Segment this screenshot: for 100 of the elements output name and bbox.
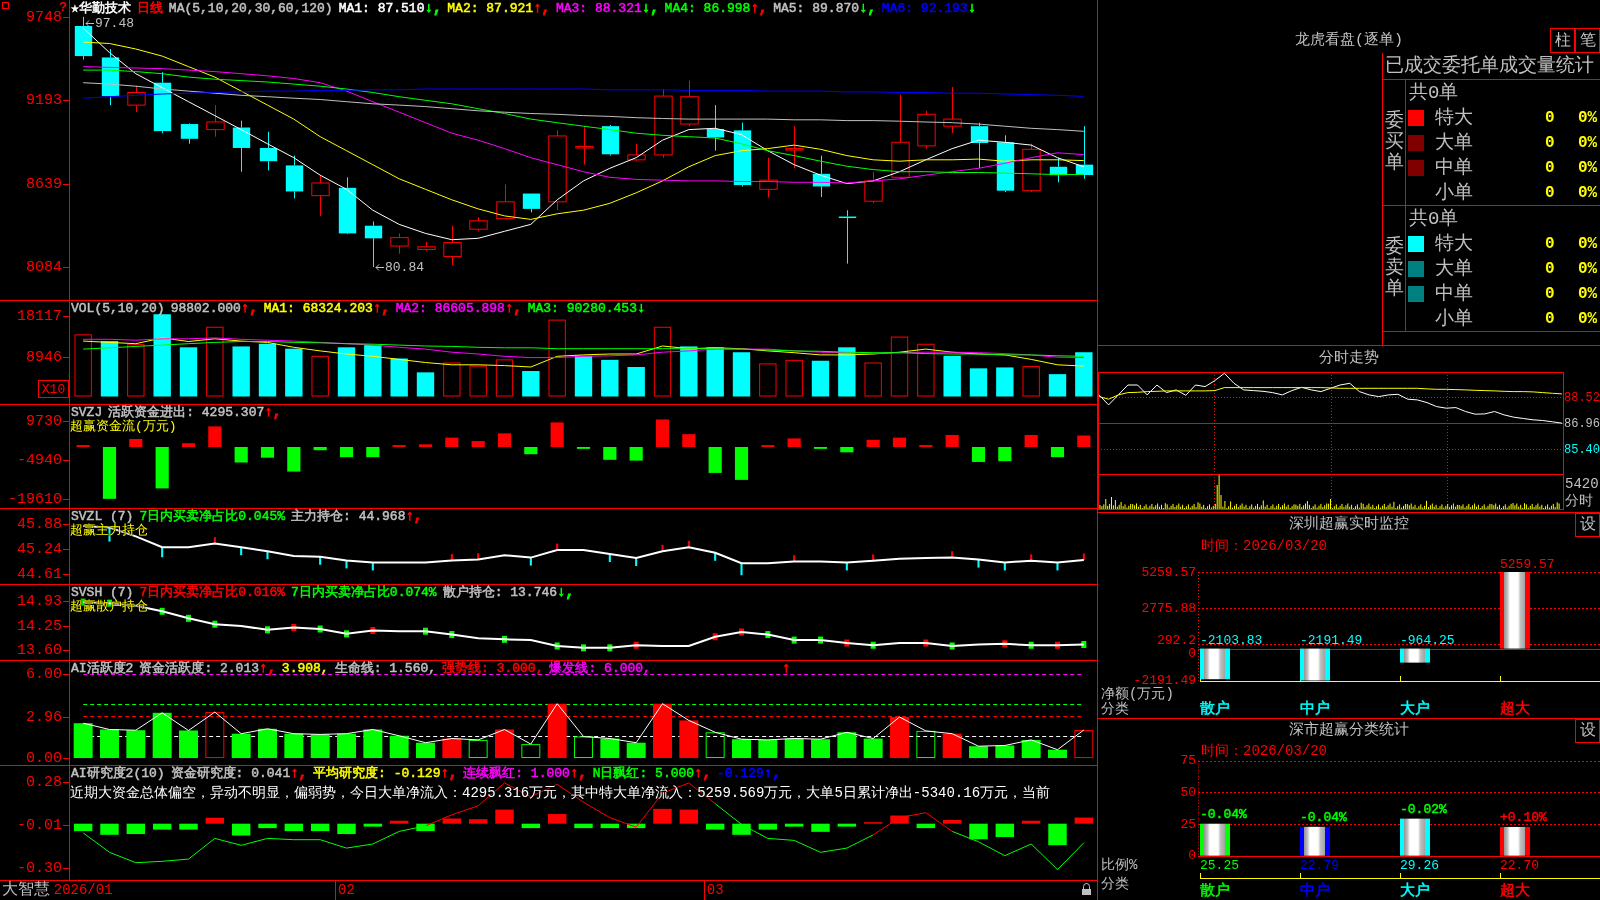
category-label: 大户 (1400, 882, 1430, 900)
panel-title: 龙虎看盘(逐单) (1295, 31, 1403, 50)
trend-arrow: ↑, (405, 509, 423, 524)
order-count: 0 (1545, 308, 1555, 329)
category-label: 中户 (1300, 882, 1330, 900)
row-label: 特大 (1435, 232, 1473, 255)
trend-arrow: ↓, (424, 1, 442, 16)
brand-name: 大智慧 (2, 881, 50, 899)
legend-label: MA2: 86605.898 (395, 301, 505, 316)
legend-label: 爆发线: 6.000, (549, 661, 651, 676)
trend-arrow: ↑, (763, 766, 781, 781)
axis-label: 9748 (26, 9, 62, 26)
row-label: 小单 (1435, 307, 1473, 330)
value-label: -964.25 (1400, 633, 1455, 649)
legend-label: 日线 (136, 1, 163, 16)
legend-label: 生命线: 1.560, (334, 661, 437, 676)
axis-label: -2191.49 (1133, 673, 1196, 688)
legend-label: SVZL (7) (71, 509, 134, 524)
trend-arrow: ↑, (569, 766, 587, 781)
group-label: 委卖单 (1384, 237, 1404, 300)
axis-label: 292.2 (1157, 632, 1196, 648)
axis-label: 8084 (26, 259, 62, 276)
trend-arrow: ↓, (859, 1, 876, 16)
axis-label: 0 (1188, 645, 1196, 661)
trend-arrow: ↑, (372, 301, 390, 316)
axis-title: 比例% (1101, 857, 1138, 873)
order-share: 0% (1578, 258, 1598, 279)
axis-label: -0.30 (17, 860, 62, 877)
axis-label: 5420 (1565, 476, 1599, 492)
axis-label: 75 (1180, 753, 1196, 769)
legend-label: 散户持仓: 13.746 (442, 585, 558, 600)
legend-label: SVZJ (71, 405, 103, 420)
axis-label: 2775.88 (1141, 600, 1196, 616)
value-label: 29.26 (1400, 857, 1439, 873)
axis-label: 86.96 (1564, 416, 1600, 431)
axis-label: -0.01 (17, 817, 62, 834)
order-share: 0% (1578, 157, 1598, 178)
order-share: 0% (1578, 283, 1598, 304)
change-label: -0.04% (1300, 810, 1347, 826)
legend-label: 资金研究度: 0.041 (170, 766, 291, 781)
value-label: 25.25 (1200, 857, 1239, 873)
trend-arrow: ↑, (290, 766, 308, 781)
axis-label: 85.40 (1564, 442, 1600, 457)
signal-arrow: ↑ (782, 661, 791, 676)
legend-label: 7日内买卖净占比0.016% (139, 585, 286, 600)
axis-label: 18117 (17, 308, 62, 325)
axis-label: 14.93 (17, 593, 62, 610)
axis-label: 5259.57 (1141, 564, 1196, 580)
axis-label: 9730 (26, 413, 62, 430)
row-label: 小单 (1435, 181, 1473, 204)
axis-label: 6.00 (26, 666, 62, 683)
legend-label: MA(5,10,20,30,60,120) (168, 1, 333, 16)
order-total: 共0单 (1409, 81, 1459, 104)
value-label: 22.79 (1300, 857, 1339, 873)
row-label: 中单 (1435, 156, 1473, 179)
legend-label: MA3: 88.321 (555, 1, 642, 16)
category-label: 超大 (1500, 882, 1530, 900)
order-count: 0 (1545, 258, 1555, 279)
axis-label: 14.25 (17, 618, 62, 635)
axis-label: 9193 (26, 92, 62, 109)
axis-label: 0 (1188, 848, 1196, 864)
change-label: -0.04% (1200, 807, 1247, 823)
axis-label: 2.96 (26, 709, 62, 726)
legend-label: MA5: 89.870 (773, 1, 860, 16)
section-title: 分时走势 (1319, 350, 1379, 368)
legend-label: N日飘红: 5.000 (592, 766, 695, 781)
axis-label: 88.52 (1564, 390, 1600, 405)
unit-label: X10 (38, 380, 69, 398)
price-annotation: 80.84 (375, 260, 424, 275)
order-total: 共0单 (1409, 207, 1459, 230)
row-label: 大单 (1435, 131, 1473, 154)
category-label: 中户 (1300, 700, 1330, 718)
axis-label: 2026/01 (53, 882, 113, 898)
value-label: -2191.49 (1300, 633, 1363, 649)
legend-label: 连续飘红: 1.000 (463, 766, 570, 781)
group-label: 委买单 (1384, 111, 1404, 174)
legend-label: MA6: 92.193 (881, 1, 968, 16)
axis-label: 0.00 (26, 750, 62, 765)
axis-label: 45.24 (17, 541, 62, 558)
section-title: 深市超赢分类统计 (1289, 722, 1409, 740)
row-label: 大单 (1435, 257, 1473, 280)
order-share: 0% (1578, 132, 1598, 153)
order-share: 0% (1578, 308, 1598, 329)
axis-label: 44.61 (17, 566, 62, 583)
legend-label: MA2: 87.921 (447, 1, 534, 16)
legend-label: MA1: 68324.203 (263, 301, 373, 316)
order-count: 0 (1545, 233, 1555, 254)
timestamp: 时间：2026/03/20 (1201, 743, 1327, 759)
order-count: 0 (1545, 107, 1555, 128)
change-label: -0.02% (1400, 802, 1447, 818)
annotation: 80.84 (385, 260, 425, 275)
legend-label: AI活跃度2 (71, 661, 134, 676)
axis-label: 8639 (26, 176, 62, 193)
legend-label: ★华勤技术 (71, 1, 131, 16)
trend-arrow: ↓, (557, 585, 574, 600)
annotation: 97.48 (95, 16, 135, 31)
legend-label: SVSH (7) (71, 585, 134, 600)
axis-label: 50 (1180, 784, 1196, 800)
axis-label: -4940 (17, 452, 62, 469)
category-label: 大户 (1400, 700, 1430, 718)
